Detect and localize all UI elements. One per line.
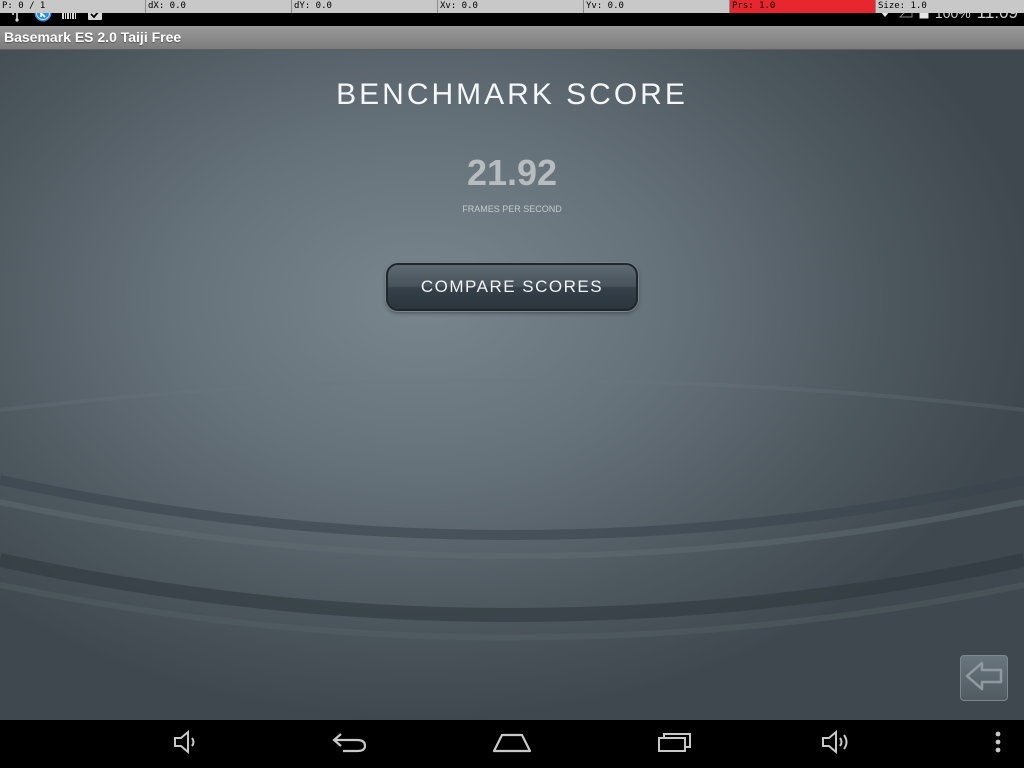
back-icon xyxy=(331,730,369,759)
overflow-menu-button[interactable] xyxy=(968,726,1024,762)
overflow-menu-icon xyxy=(994,730,1002,759)
volume-up-button[interactable] xyxy=(806,726,866,762)
navigation-bar xyxy=(0,720,1024,768)
touch-size: Size: 1.0 xyxy=(878,1,927,11)
velocity-y: Yv: 0.0 xyxy=(584,0,730,13)
app-title-bar: Basemark ES 2.0 Taiji Free xyxy=(0,26,1024,50)
delta-x: dX: 0.0 xyxy=(146,0,292,13)
status-bar: 100% 11:09 P: 0 / 1 dX: 0.0 dY: 0.0 Xv: … xyxy=(0,0,1024,26)
home-button[interactable] xyxy=(482,726,542,762)
volume-down-icon xyxy=(172,729,200,760)
delta-y: dY: 0.0 xyxy=(292,0,438,13)
back-arrow-button[interactable] xyxy=(960,655,1008,701)
benchmark-score-value: 21.92 xyxy=(466,152,558,193)
volume-up-icon xyxy=(820,729,852,760)
home-icon xyxy=(492,731,532,758)
back-button[interactable] xyxy=(320,726,380,762)
pointer-count: P: 0 / 1 xyxy=(0,0,146,13)
wave-background xyxy=(0,378,1024,641)
benchmark-result-screen: BENCHMARK SCORE 21.92 FRAMES PER SECOND … xyxy=(0,50,1024,720)
velocity-x: Xv: 0.0 xyxy=(438,0,584,13)
recent-apps-button[interactable] xyxy=(645,726,705,762)
app-title: Basemark ES 2.0 Taiji Free xyxy=(4,29,182,45)
recent-apps-icon xyxy=(656,730,694,759)
page-title: BENCHMARK SCORE xyxy=(336,78,688,111)
arrow-left-icon xyxy=(964,659,1004,698)
volume-down-button[interactable] xyxy=(156,726,216,762)
pressure: Prs: 1.0 xyxy=(730,0,876,13)
score-units-label: FRAMES PER SECOND xyxy=(462,204,562,214)
pointer-location-overlay: P: 0 / 1 dX: 0.0 dY: 0.0 Xv: 0.0 Yv: 0.0… xyxy=(0,0,1024,13)
compare-scores-button[interactable]: COMPARE SCORES xyxy=(386,263,638,311)
